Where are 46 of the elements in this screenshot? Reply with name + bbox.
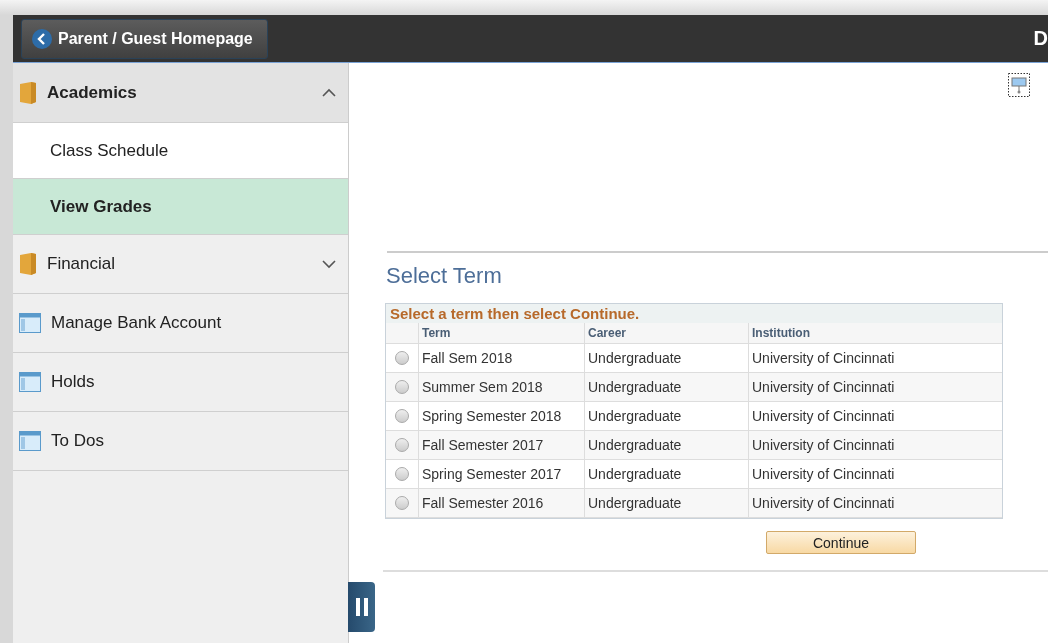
- folder-icon: [19, 81, 37, 104]
- radio-button[interactable]: [395, 351, 409, 365]
- column-header: Institution: [748, 323, 1002, 344]
- table-cell: University of Cincinnati: [748, 431, 1002, 460]
- table-cell: Undergraduate: [584, 344, 748, 373]
- radio-button[interactable]: [395, 438, 409, 452]
- table-cell: University of Cincinnati: [748, 402, 1002, 431]
- window-icon: [19, 313, 41, 333]
- table-cell: University of Cincinnati: [748, 460, 1002, 489]
- back-icon: [32, 28, 52, 49]
- table-cell: Undergraduate: [584, 373, 748, 402]
- collapse-handle[interactable]: [348, 582, 375, 632]
- window-icon: [19, 372, 41, 392]
- table-cell: Fall Semester 2017: [418, 431, 584, 460]
- continue-button[interactable]: Continue: [766, 531, 916, 554]
- table-cell: Undergraduate: [584, 460, 748, 489]
- folder-icon: [19, 253, 37, 275]
- column-header: Career: [584, 323, 748, 344]
- window-icon: [19, 431, 41, 451]
- table-cell: Undergraduate: [584, 489, 748, 518]
- sidebar-item[interactable]: Academics: [13, 63, 348, 123]
- table-cell: University of Cincinnati: [748, 373, 1002, 402]
- table-cell: Spring Semester 2017: [418, 460, 584, 489]
- chevron-up-icon[interactable]: [322, 88, 336, 97]
- sidebar-subitem[interactable]: View Grades: [13, 179, 348, 235]
- table-cell: Undergraduate: [584, 431, 748, 460]
- table-cell: Fall Semester 2016: [418, 489, 584, 518]
- table-cell: Undergraduate: [584, 402, 748, 431]
- table-cell: Summer Sem 2018: [418, 373, 584, 402]
- table-cell: Fall Sem 2018: [418, 344, 584, 373]
- radio-button[interactable]: [395, 496, 409, 510]
- radio-button[interactable]: [395, 380, 409, 394]
- page-title: D: [1033, 27, 1048, 50]
- section-heading: Select Term: [386, 263, 503, 289]
- column-header: Term: [418, 323, 584, 344]
- pause-icon: [354, 597, 369, 617]
- radio-button[interactable]: [395, 409, 409, 423]
- chevron-down-icon[interactable]: [322, 259, 336, 269]
- sidebar-subitem[interactable]: Class Schedule: [13, 123, 348, 179]
- table-cell: University of Cincinnati: [748, 344, 1002, 373]
- back-button[interactable]: Parent / Guest Homepage: [21, 18, 268, 59]
- table-cell: Spring Semester 2018: [418, 402, 584, 431]
- table-cell: University of Cincinnati: [748, 489, 1002, 518]
- presentation-icon[interactable]: [1008, 73, 1030, 97]
- radio-button[interactable]: [395, 467, 409, 481]
- table-instruction: Select a term then select Continue.: [386, 304, 1002, 323]
